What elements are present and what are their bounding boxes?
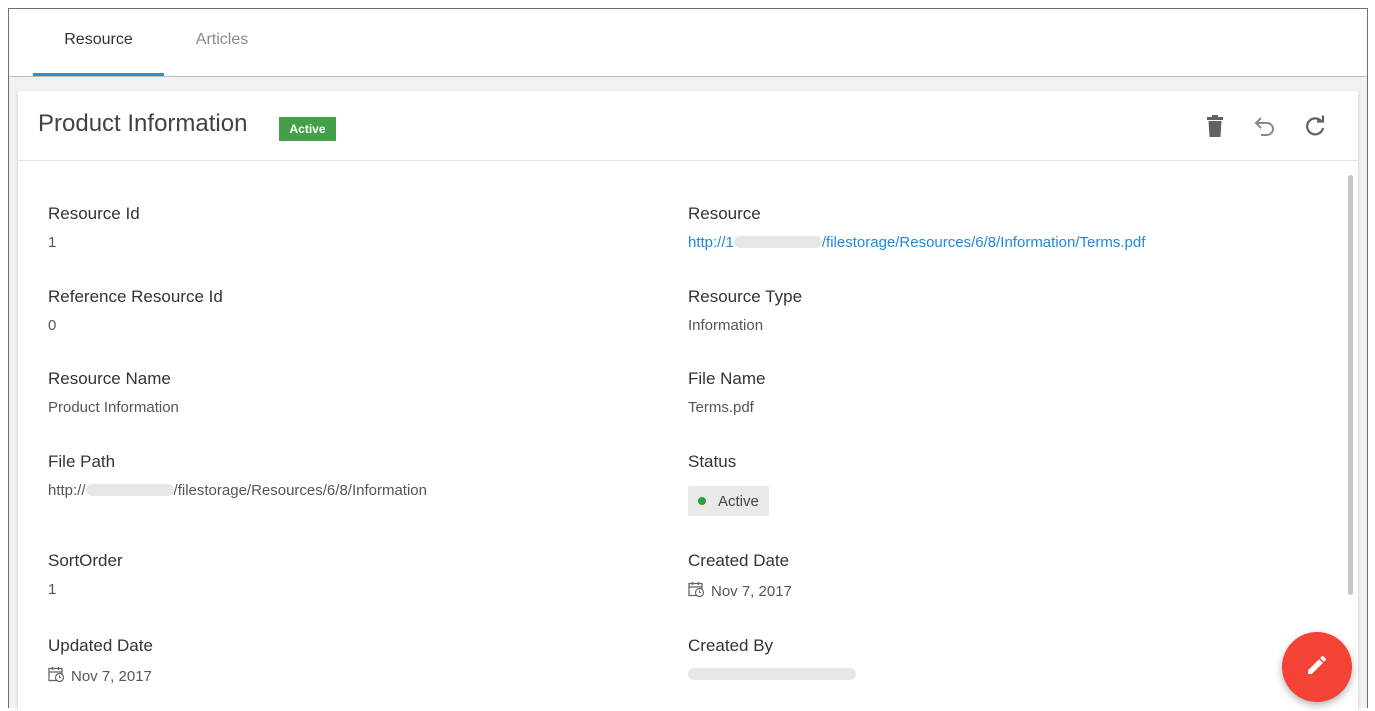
- created-date-value: Nov 7, 2017: [688, 581, 1288, 602]
- tab-resource[interactable]: Resource: [33, 9, 164, 76]
- created-date-text: Nov 7, 2017: [711, 583, 792, 600]
- tab-articles[interactable]: Articles: [177, 9, 267, 76]
- active-tab-indicator: [33, 73, 164, 76]
- field-label: Status: [688, 452, 737, 471]
- field-resource-type: Resource Type Information: [688, 287, 1288, 334]
- field-resource: Resource http://1/filestorage/Resources/…: [688, 204, 1288, 251]
- calendar-clock-icon: [48, 666, 65, 687]
- created-by-value: [688, 666, 1288, 683]
- pencil-icon: [1305, 653, 1329, 682]
- trash-icon[interactable]: [1200, 111, 1230, 141]
- field-status: Status Active: [688, 452, 1288, 516]
- field-label: Created By: [688, 636, 774, 655]
- field-label: Resource Name: [48, 369, 171, 388]
- field-updated-date: Updated Date Nov 7, 2017: [48, 636, 648, 687]
- field-value: 0: [48, 317, 57, 334]
- resource-link[interactable]: http://1/filestorage/Resources/6/8/Infor…: [688, 234, 1288, 251]
- field-label: File Path: [48, 452, 116, 471]
- redacted-host: [85, 484, 174, 496]
- redacted-email: [688, 668, 856, 680]
- field-value: 1: [48, 581, 57, 598]
- field-label: Resource Type: [688, 287, 803, 306]
- undo-icon[interactable]: [1250, 111, 1280, 141]
- field-file-name: File Name Terms.pdf: [688, 369, 1288, 416]
- product-card: Product Information Active Resource Id 1…: [18, 91, 1358, 711]
- file-path-prefix: http://: [48, 482, 86, 499]
- card-header: Product Information Active: [18, 91, 1358, 161]
- field-reference-resource-id: Reference Resource Id 0: [48, 287, 648, 334]
- field-resource-id: Resource Id 1: [48, 204, 648, 251]
- updated-date-text: Nov 7, 2017: [71, 668, 152, 685]
- status-text: Active: [718, 492, 759, 510]
- vertical-scrollbar[interactable]: [1348, 175, 1353, 595]
- field-label: Resource: [688, 204, 761, 223]
- field-label: Created Date: [688, 551, 790, 570]
- field-file-path: File Path http:// /filestorage/Resources/…: [48, 452, 648, 499]
- updated-date-value: Nov 7, 2017: [48, 666, 648, 687]
- tab-bar: Resource Articles: [9, 9, 1367, 77]
- field-value: Information: [688, 317, 764, 334]
- field-sort-order: SortOrder 1: [48, 551, 648, 598]
- field-label: Reference Resource Id: [48, 287, 223, 306]
- status-chip: Active: [688, 486, 769, 516]
- resource-link-suffix: /filestorage/Resources/6/8/Information/T…: [821, 234, 1146, 251]
- status-badge: Active: [279, 117, 336, 141]
- field-label: SortOrder: [48, 551, 123, 570]
- calendar-clock-icon: [688, 581, 705, 602]
- field-created-by: Created By: [688, 636, 1288, 683]
- card-title: Product Information: [38, 110, 248, 137]
- field-label: File Name: [688, 369, 766, 388]
- redacted-host: [733, 236, 822, 248]
- field-value: 1: [48, 234, 57, 251]
- field-label: Updated Date: [48, 636, 153, 655]
- refresh-icon[interactable]: [1300, 111, 1330, 141]
- file-path-value: http:// /filestorage/Resources/6/8/Inform…: [48, 482, 648, 499]
- app-frame: Resource Articles Product Information Ac…: [8, 8, 1368, 711]
- field-resource-name: Resource Name Product Information: [48, 369, 648, 416]
- resource-link-prefix: http://1: [688, 234, 734, 251]
- file-path-suffix: /filestorage/Resources/6/8/Information: [173, 482, 427, 499]
- field-label: Resource Id: [48, 204, 140, 223]
- field-value: Terms.pdf: [688, 399, 754, 416]
- edit-fab-button[interactable]: [1282, 632, 1352, 702]
- field-value: Product Information: [48, 399, 179, 416]
- field-created-date: Created Date Nov 7, 2017: [688, 551, 1288, 602]
- status-dot-icon: [698, 497, 706, 505]
